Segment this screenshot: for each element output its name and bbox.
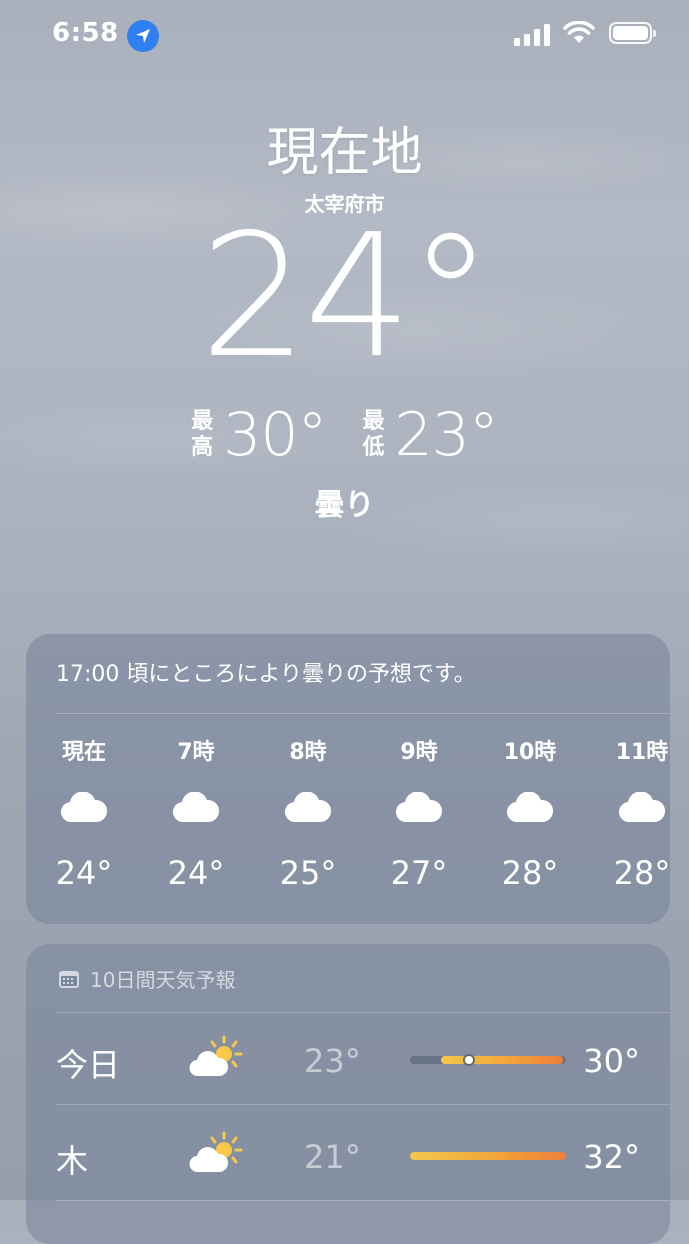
hour-label: 11時 <box>615 740 669 765</box>
partly-sunny-icon <box>189 1131 243 1173</box>
temp-range-fill <box>441 1056 563 1064</box>
hour-temp: 24° <box>167 854 225 892</box>
temp-range-bar <box>410 1056 566 1064</box>
hour-temp: 24° <box>55 854 113 892</box>
low-temp: 23° <box>394 400 499 470</box>
divider <box>56 1012 670 1013</box>
hour-temp: 28° <box>501 854 559 892</box>
location-arrow-icon <box>127 20 159 52</box>
forecast-header: 10日間天気予報 <box>58 964 235 993</box>
ten-day-forecast-card[interactable]: 10日間天気予報 今日 23° 30° 木 21° 32° <box>26 944 670 1244</box>
condition-text: 曇り <box>314 488 375 523</box>
hourly-forecast-card[interactable]: 17:00 頃にところにより曇りの予想です。 現在 24° 7時 24° 8時 … <box>26 634 670 924</box>
day-name: 木 <box>56 1142 89 1180</box>
hour-temp: 27° <box>390 854 448 892</box>
divider <box>56 1104 670 1105</box>
day-name: 今日 <box>56 1046 121 1084</box>
forecast-title: 10日間天気予報 <box>90 968 236 992</box>
day-high-temp: 32° <box>583 1138 640 1176</box>
cloud-icon <box>173 792 220 823</box>
hour-temp: 28° <box>613 854 670 892</box>
cloud-icon <box>619 792 666 823</box>
status-bar: 6:58 <box>0 0 689 70</box>
battery-icon <box>609 22 656 44</box>
current-temperature: 24° <box>199 198 493 396</box>
calendar-icon <box>59 970 79 988</box>
day-low-temp: 23° <box>304 1042 361 1080</box>
hour-label: 現在 <box>61 740 106 765</box>
hour-item: 9時 27° <box>369 734 469 892</box>
hour-item: 7時 24° <box>146 734 246 892</box>
forecast-row[interactable]: 今日 23° 30° <box>56 1024 640 1094</box>
location-title: 現在地 <box>266 123 423 183</box>
forecast-row[interactable]: 木 21° 32° <box>56 1120 640 1190</box>
cloud-icon <box>61 792 108 823</box>
high-label: 最高 <box>191 409 214 460</box>
hour-item: 8時 25° <box>258 734 358 892</box>
hour-item: 11時 28° <box>592 734 670 892</box>
cloud-icon <box>285 792 332 823</box>
hour-label: 10時 <box>503 740 557 765</box>
temp-range-fill <box>410 1152 566 1160</box>
status-time: 6:58 <box>52 18 119 48</box>
divider <box>56 713 670 714</box>
divider <box>56 1200 670 1201</box>
hour-item: 10時 28° <box>480 734 580 892</box>
hour-item: 現在 24° <box>34 734 134 892</box>
day-high-temp: 30° <box>583 1042 640 1080</box>
hourly-scroller[interactable]: 現在 24° 7時 24° 8時 25° 9時 27° 10時 28° 11時 … <box>26 734 670 904</box>
temp-range-bar <box>410 1152 566 1160</box>
hourly-summary: 17:00 頃にところにより曇りの予想です。 <box>56 662 476 687</box>
day-low-temp: 21° <box>304 1138 361 1176</box>
hour-label: 8時 <box>289 740 327 765</box>
cloud-icon <box>507 792 554 823</box>
high-low: 最高 30° 最低 23° <box>0 400 689 470</box>
signal-icon <box>514 24 550 46</box>
hour-temp: 25° <box>279 854 337 892</box>
cloud-icon <box>396 792 443 823</box>
hour-label: 7時 <box>177 740 215 765</box>
hour-label: 9時 <box>400 740 438 765</box>
high-temp: 30° <box>223 400 327 470</box>
wifi-icon <box>563 21 595 43</box>
partly-sunny-icon <box>189 1035 243 1077</box>
low-label: 最低 <box>362 409 385 460</box>
